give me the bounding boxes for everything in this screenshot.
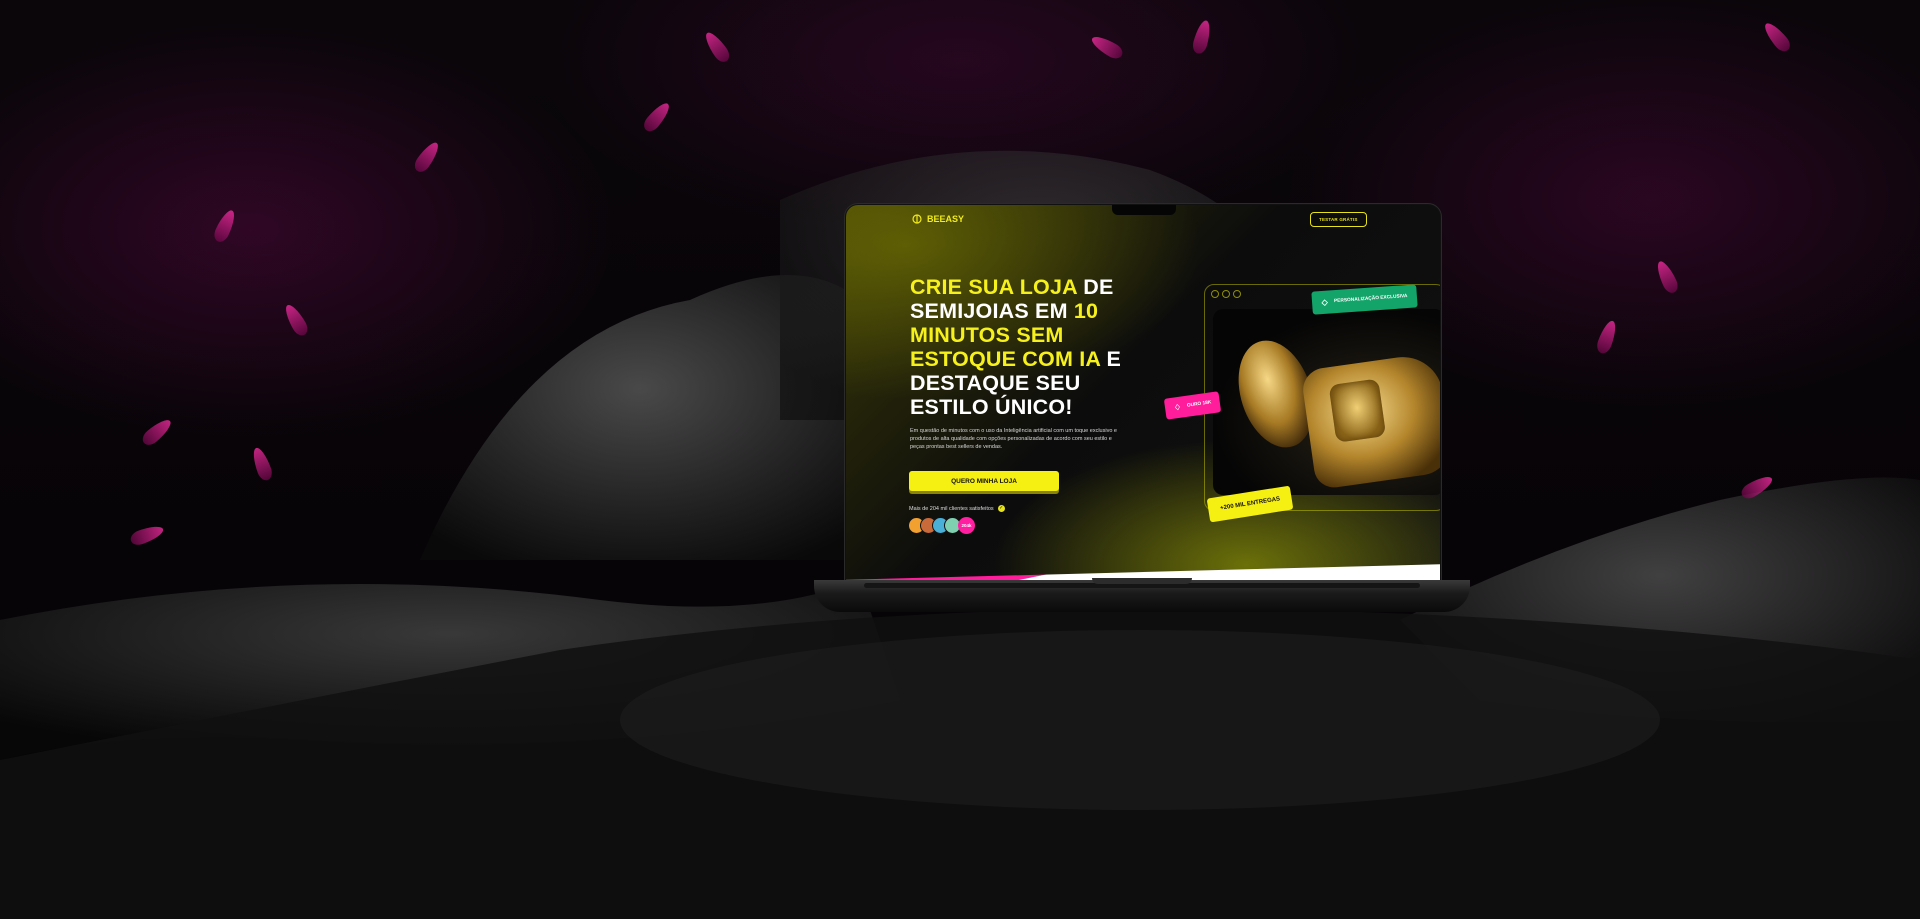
avatar-count-badge: 204k (958, 517, 975, 534)
gold-badge-label: OURO 18K (1186, 400, 1212, 409)
avatar-group: 204k (908, 517, 975, 534)
clients-text: Mais de 204 mil clientes satisfeitos (909, 505, 994, 512)
try-free-button[interactable]: TESTAR GRÁTIS (1310, 212, 1367, 227)
check-icon: ✓ (997, 505, 1005, 512)
brand-logo[interactable]: BEEASY (912, 214, 964, 224)
camera-notch (1112, 205, 1176, 215)
headline-highlight-1: Crie sua loja (910, 275, 1078, 299)
product-window (1204, 284, 1440, 511)
hero-description: Em questão de minutos com o uso da Intel… (910, 428, 1117, 450)
laptop-screen: BEEASY TESTAR GRÁTIS Crie sua loja de se… (846, 205, 1440, 585)
cta-button[interactable]: QUERO MINHA LOJA (909, 471, 1059, 491)
exclusive-badge-label: PERSONALIZAÇÃO EXCLUSIVA (1333, 294, 1408, 305)
scene: BEEASY TESTAR GRÁTIS Crie sua loja de se… (0, 0, 1920, 919)
laptop-lid: BEEASY TESTAR GRÁTIS Crie sua loja de se… (844, 203, 1442, 587)
gift-icon: ♢ (1173, 402, 1182, 413)
brand-name: BEEASY (927, 214, 965, 224)
diamond-icon: ◇ (1321, 297, 1328, 308)
gold-signet-ring (1300, 351, 1440, 491)
laptop-base (814, 578, 1470, 612)
bee-logo-icon (912, 214, 922, 224)
laptop-mockup: BEEASY TESTAR GRÁTIS Crie sua loja de se… (814, 203, 1470, 612)
hero-headline: Crie sua loja de semijoias em 10 minutos… (910, 275, 1150, 419)
ring-medallion (1328, 378, 1387, 443)
window-dots (1211, 290, 1241, 298)
clients-proof: Mais de 204 mil clientes satisfeitos ✓ (909, 505, 1005, 512)
trackpad-notch (1092, 578, 1192, 584)
gold-rings-photo (1213, 309, 1440, 495)
